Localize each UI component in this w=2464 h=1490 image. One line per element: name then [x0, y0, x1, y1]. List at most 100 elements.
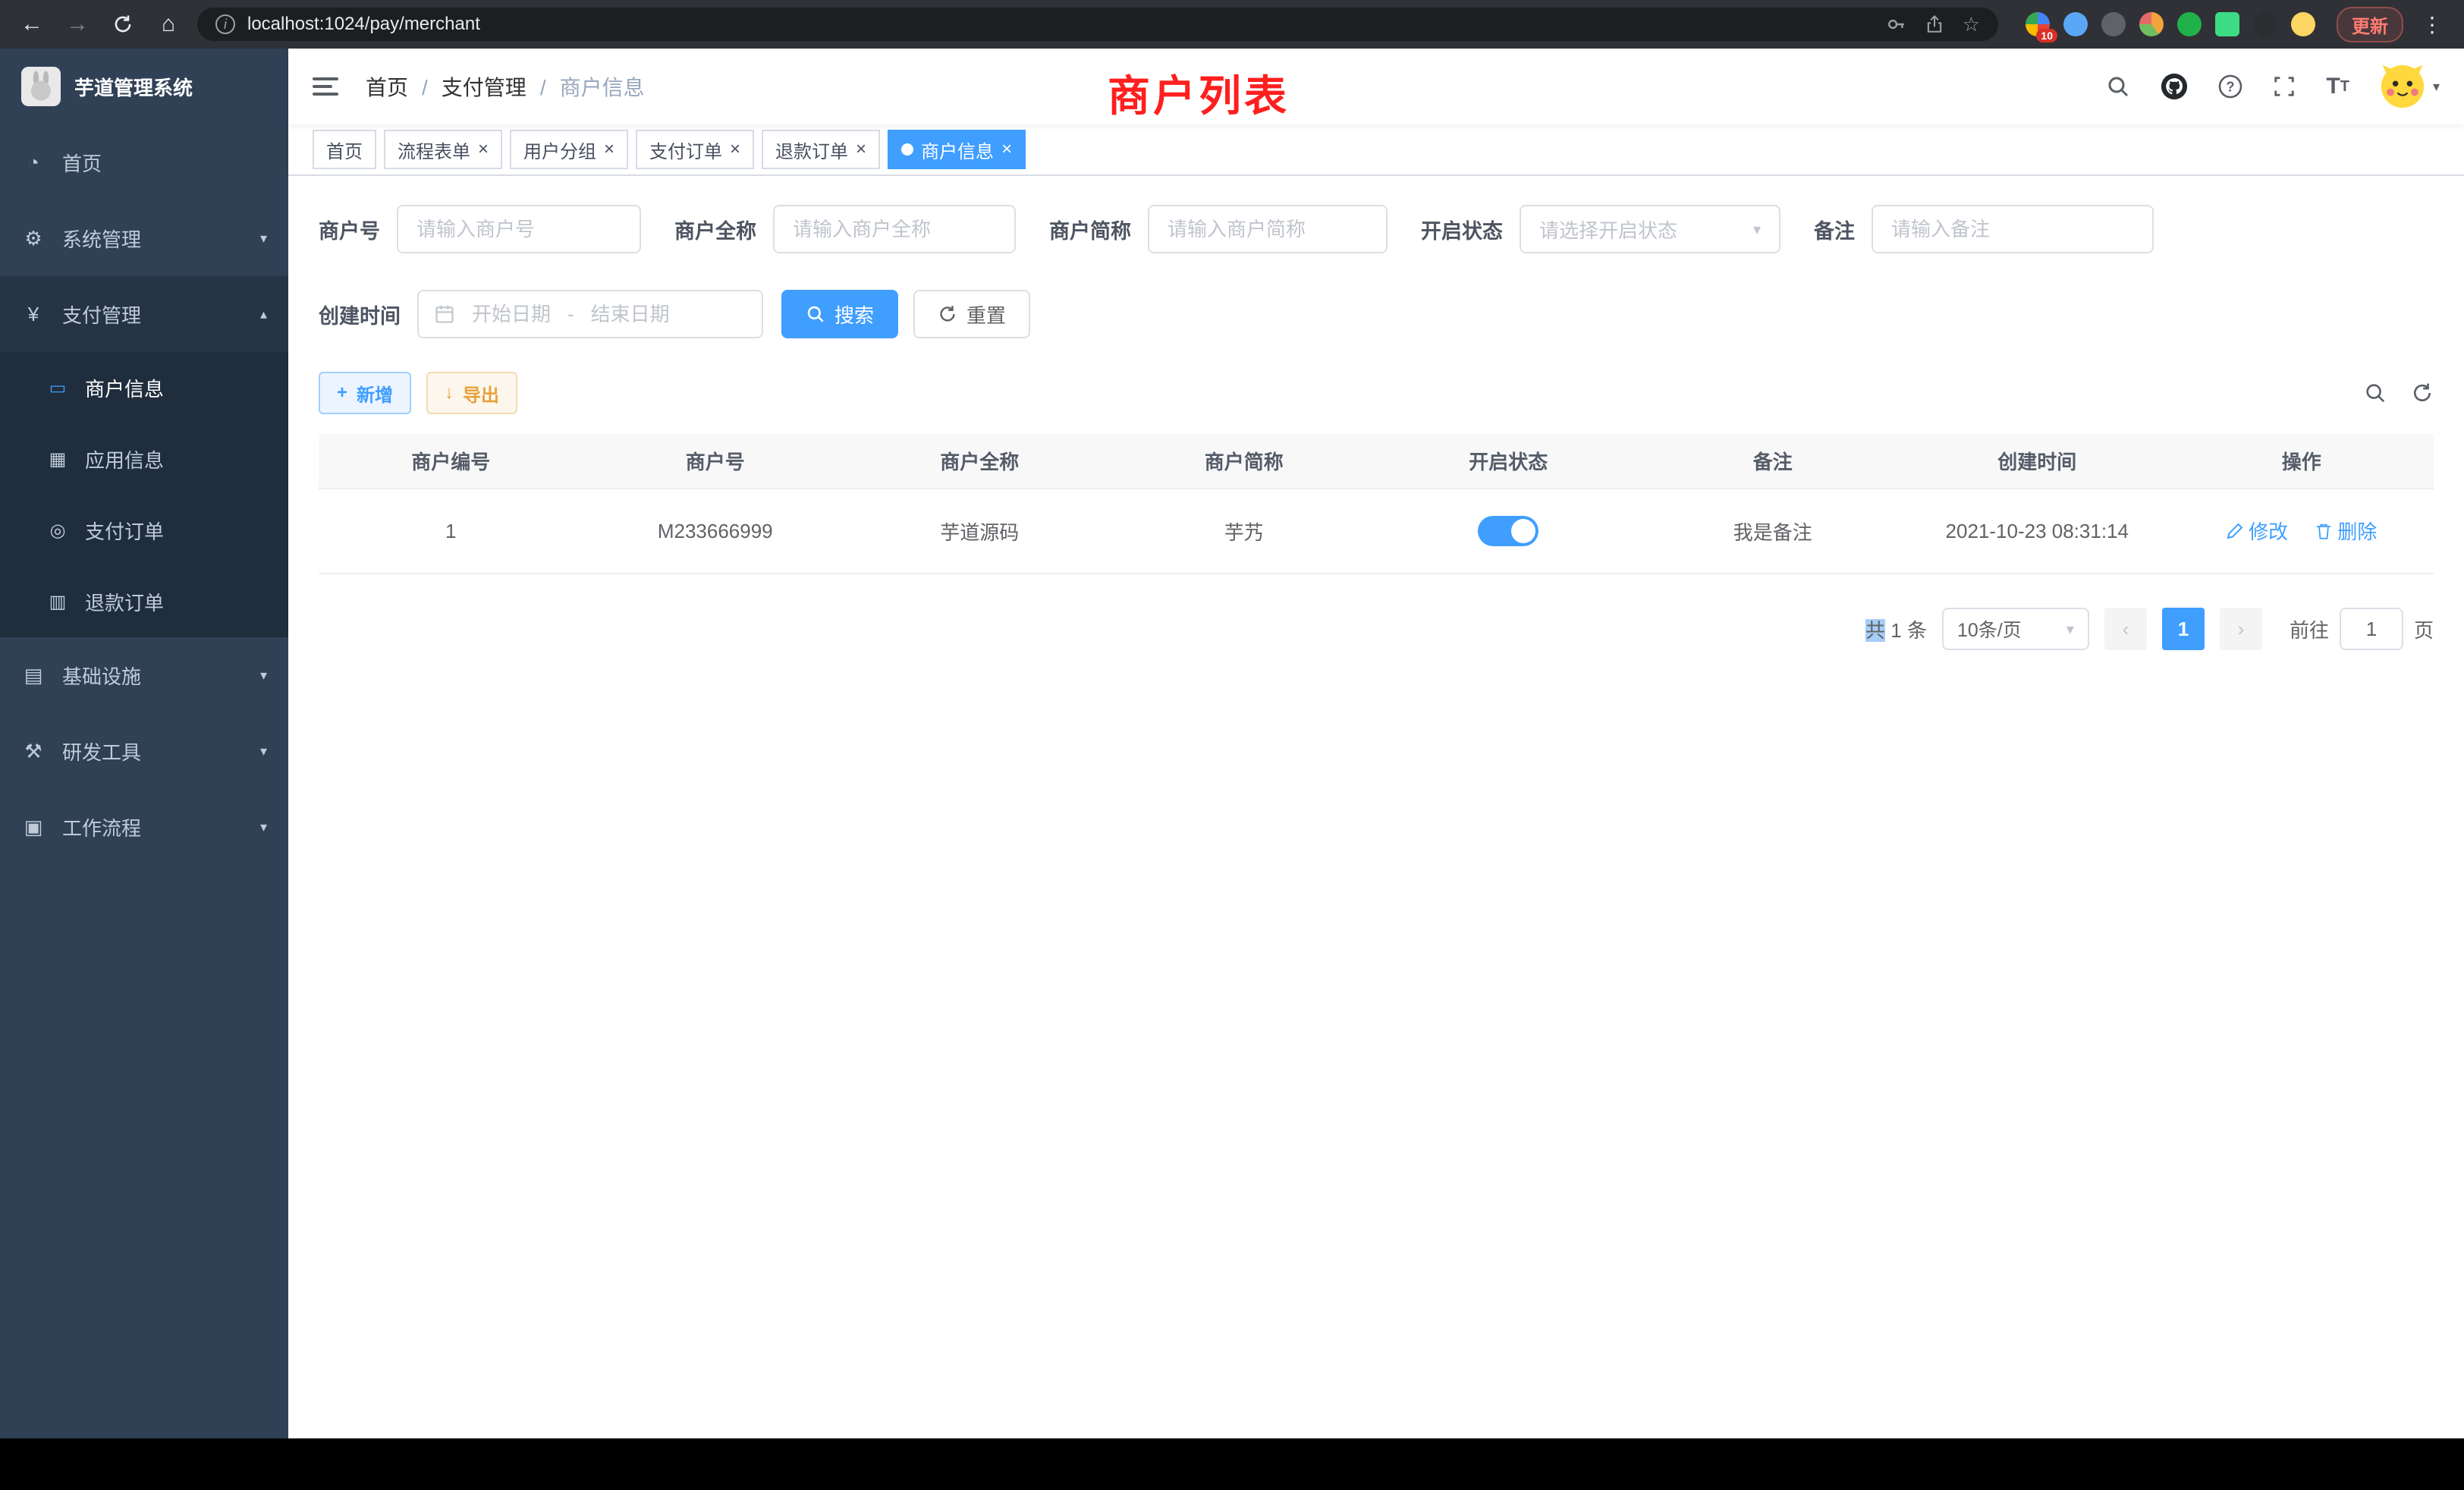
- github-icon[interactable]: [2161, 73, 2188, 100]
- browser-update-button[interactable]: 更新: [2337, 7, 2403, 42]
- close-icon[interactable]: ×: [478, 140, 489, 159]
- close-icon[interactable]: ×: [856, 140, 866, 159]
- chevron-down-icon: ▾: [260, 668, 267, 684]
- col-merchant-id: 商户编号: [319, 434, 583, 489]
- full-name-input[interactable]: [773, 205, 1016, 253]
- sidebar-item-home[interactable]: ◔ 首页: [0, 124, 288, 200]
- app-logo[interactable]: 芋道管理系统: [0, 49, 288, 124]
- breadcrumb-home[interactable]: 首页: [366, 71, 428, 102]
- create-time-range-picker[interactable]: -: [417, 290, 763, 338]
- home-icon[interactable]: ⌂: [152, 11, 185, 37]
- sidebar-subitem-app-info[interactable]: ▦ 应用信息: [0, 423, 288, 495]
- sidebar-item-workflow[interactable]: ▣ 工作流程 ▾: [0, 789, 288, 865]
- browser-menu-icon[interactable]: ⋮: [2415, 12, 2449, 37]
- download-icon: ↓: [445, 382, 454, 404]
- grid-icon: ▦: [46, 448, 70, 470]
- end-date-input[interactable]: [583, 303, 677, 326]
- goto-page: 前往 页: [2290, 608, 2434, 650]
- tab-process-form[interactable]: 流程表单 ×: [384, 130, 502, 169]
- tab-user-group[interactable]: 用户分组 ×: [510, 130, 628, 169]
- sidebar-item-system[interactable]: ⚙ 系统管理 ▾: [0, 200, 288, 276]
- delete-button[interactable]: 删除: [2315, 517, 2377, 545]
- breadcrumb-payment[interactable]: 支付管理: [442, 71, 546, 102]
- sidebar-item-label: 首页: [62, 149, 267, 177]
- close-icon[interactable]: ×: [604, 140, 614, 159]
- toggle-search-icon[interactable]: [2364, 382, 2387, 404]
- short-name-input[interactable]: [1148, 205, 1388, 253]
- url-bar[interactable]: i localhost:1024/pay/merchant ☆: [197, 8, 1998, 41]
- extension-icon[interactable]: [2177, 12, 2202, 36]
- add-button[interactable]: + 新增: [319, 372, 411, 414]
- status-select[interactable]: 请选择开启状态 ▾: [1520, 205, 1780, 253]
- extension-icon[interactable]: [2291, 12, 2315, 36]
- refresh-table-icon[interactable]: [2411, 382, 2434, 404]
- extension-icon[interactable]: 10: [2026, 12, 2050, 36]
- sidebar-item-payment[interactable]: ¥ 支付管理 ▴: [0, 276, 288, 352]
- prev-page-button[interactable]: ‹: [2104, 608, 2147, 650]
- export-button-label: 导出: [463, 380, 499, 407]
- start-date-input[interactable]: [464, 303, 558, 326]
- sidebar-item-label: 退款订单: [85, 588, 288, 616]
- full-name-label: 商户全称: [674, 215, 756, 244]
- next-page-button[interactable]: ›: [2220, 608, 2262, 650]
- chevron-down-icon: ▾: [1753, 220, 1761, 239]
- gear-icon: ⚙: [21, 227, 46, 250]
- yen-icon: ¥: [21, 303, 46, 326]
- font-size-icon[interactable]: TT: [2326, 74, 2349, 99]
- tab-refund-order[interactable]: 退款订单 ×: [762, 130, 880, 169]
- plus-icon: +: [337, 382, 347, 404]
- back-icon[interactable]: ←: [15, 11, 49, 37]
- merchant-no-label: 商户号: [319, 215, 380, 244]
- col-create-time: 创建时间: [1905, 434, 2170, 489]
- extension-icon[interactable]: [2063, 12, 2088, 36]
- user-avatar[interactable]: ▾: [2380, 64, 2440, 109]
- fullscreen-icon[interactable]: [2273, 75, 2296, 98]
- export-button[interactable]: ↓ 导出: [426, 372, 517, 414]
- remark-input[interactable]: [1872, 205, 2154, 253]
- page-1-button[interactable]: 1: [2162, 608, 2205, 650]
- sidebar-subitem-merchant-info[interactable]: ▭ 商户信息: [0, 352, 288, 423]
- chevron-down-icon: ▾: [260, 819, 267, 835]
- share-icon[interactable]: [1925, 14, 1944, 34]
- extension-icon[interactable]: [2215, 12, 2239, 36]
- page-size-value: 10条/页: [1957, 615, 2022, 643]
- help-icon[interactable]: ?: [2218, 74, 2242, 99]
- sidebar-item-infrastructure[interactable]: ▤ 基础设施 ▾: [0, 637, 288, 713]
- chevron-down-icon: ▾: [260, 231, 267, 247]
- tab-merchant-info[interactable]: 商户信息 ×: [888, 130, 1026, 169]
- merchant-table: 商户编号 商户号 商户全称 商户简称 开启状态 备注 创建时间 操作 1: [319, 434, 2434, 574]
- merchant-card-icon: ▭: [46, 377, 70, 399]
- goto-suffix: 页: [2414, 615, 2434, 643]
- top-navbar: 首页 支付管理 商户信息 商户列表 ?: [288, 49, 2464, 124]
- edit-button[interactable]: 修改: [2226, 517, 2288, 545]
- forward-icon[interactable]: →: [61, 11, 94, 37]
- extension-icon[interactable]: [2101, 12, 2126, 36]
- search-icon[interactable]: [2106, 74, 2130, 99]
- goto-page-input[interactable]: [2340, 608, 2403, 650]
- reset-button[interactable]: 重置: [913, 290, 1030, 338]
- password-key-icon[interactable]: [1887, 14, 1906, 34]
- extension-icon[interactable]: [2253, 12, 2277, 36]
- sidebar-subitem-pay-order[interactable]: ◎ 支付订单: [0, 495, 288, 566]
- cell-merchant-id: 1: [319, 489, 583, 574]
- tab-label: 退款订单: [775, 137, 848, 163]
- dashboard-icon: ◔: [21, 151, 46, 174]
- info-icon[interactable]: i: [215, 14, 235, 34]
- tab-home[interactable]: 首页: [313, 130, 376, 169]
- status-switch[interactable]: [1478, 516, 1538, 546]
- tab-pay-order[interactable]: 支付订单 ×: [636, 130, 754, 169]
- sidebar-subitem-refund-order[interactable]: ▥ 退款订单: [0, 566, 288, 637]
- extension-icon[interactable]: [2139, 12, 2164, 36]
- sidebar-toggle-icon[interactable]: [313, 77, 338, 96]
- reload-icon[interactable]: [106, 14, 140, 35]
- sidebar-item-devtools[interactable]: ⚒ 研发工具 ▾: [0, 713, 288, 789]
- app-window: 芋道管理系统 ◔ 首页 ⚙ 系统管理 ▾ ¥ 支付管理 ▴ ▭ 商户信息: [0, 49, 2464, 1438]
- close-icon[interactable]: ×: [730, 140, 740, 159]
- bookmark-star-icon[interactable]: ☆: [1963, 13, 1980, 36]
- search-button[interactable]: 搜索: [781, 290, 898, 338]
- merchant-no-input[interactable]: [397, 205, 641, 253]
- target-icon: ◎: [46, 520, 70, 542]
- tags-view: 首页 流程表单 × 用户分组 × 支付订单 × 退款订单 ×: [288, 124, 2464, 176]
- close-icon[interactable]: ×: [1001, 140, 1012, 159]
- page-size-select[interactable]: 10条/页 ▾: [1942, 608, 2089, 650]
